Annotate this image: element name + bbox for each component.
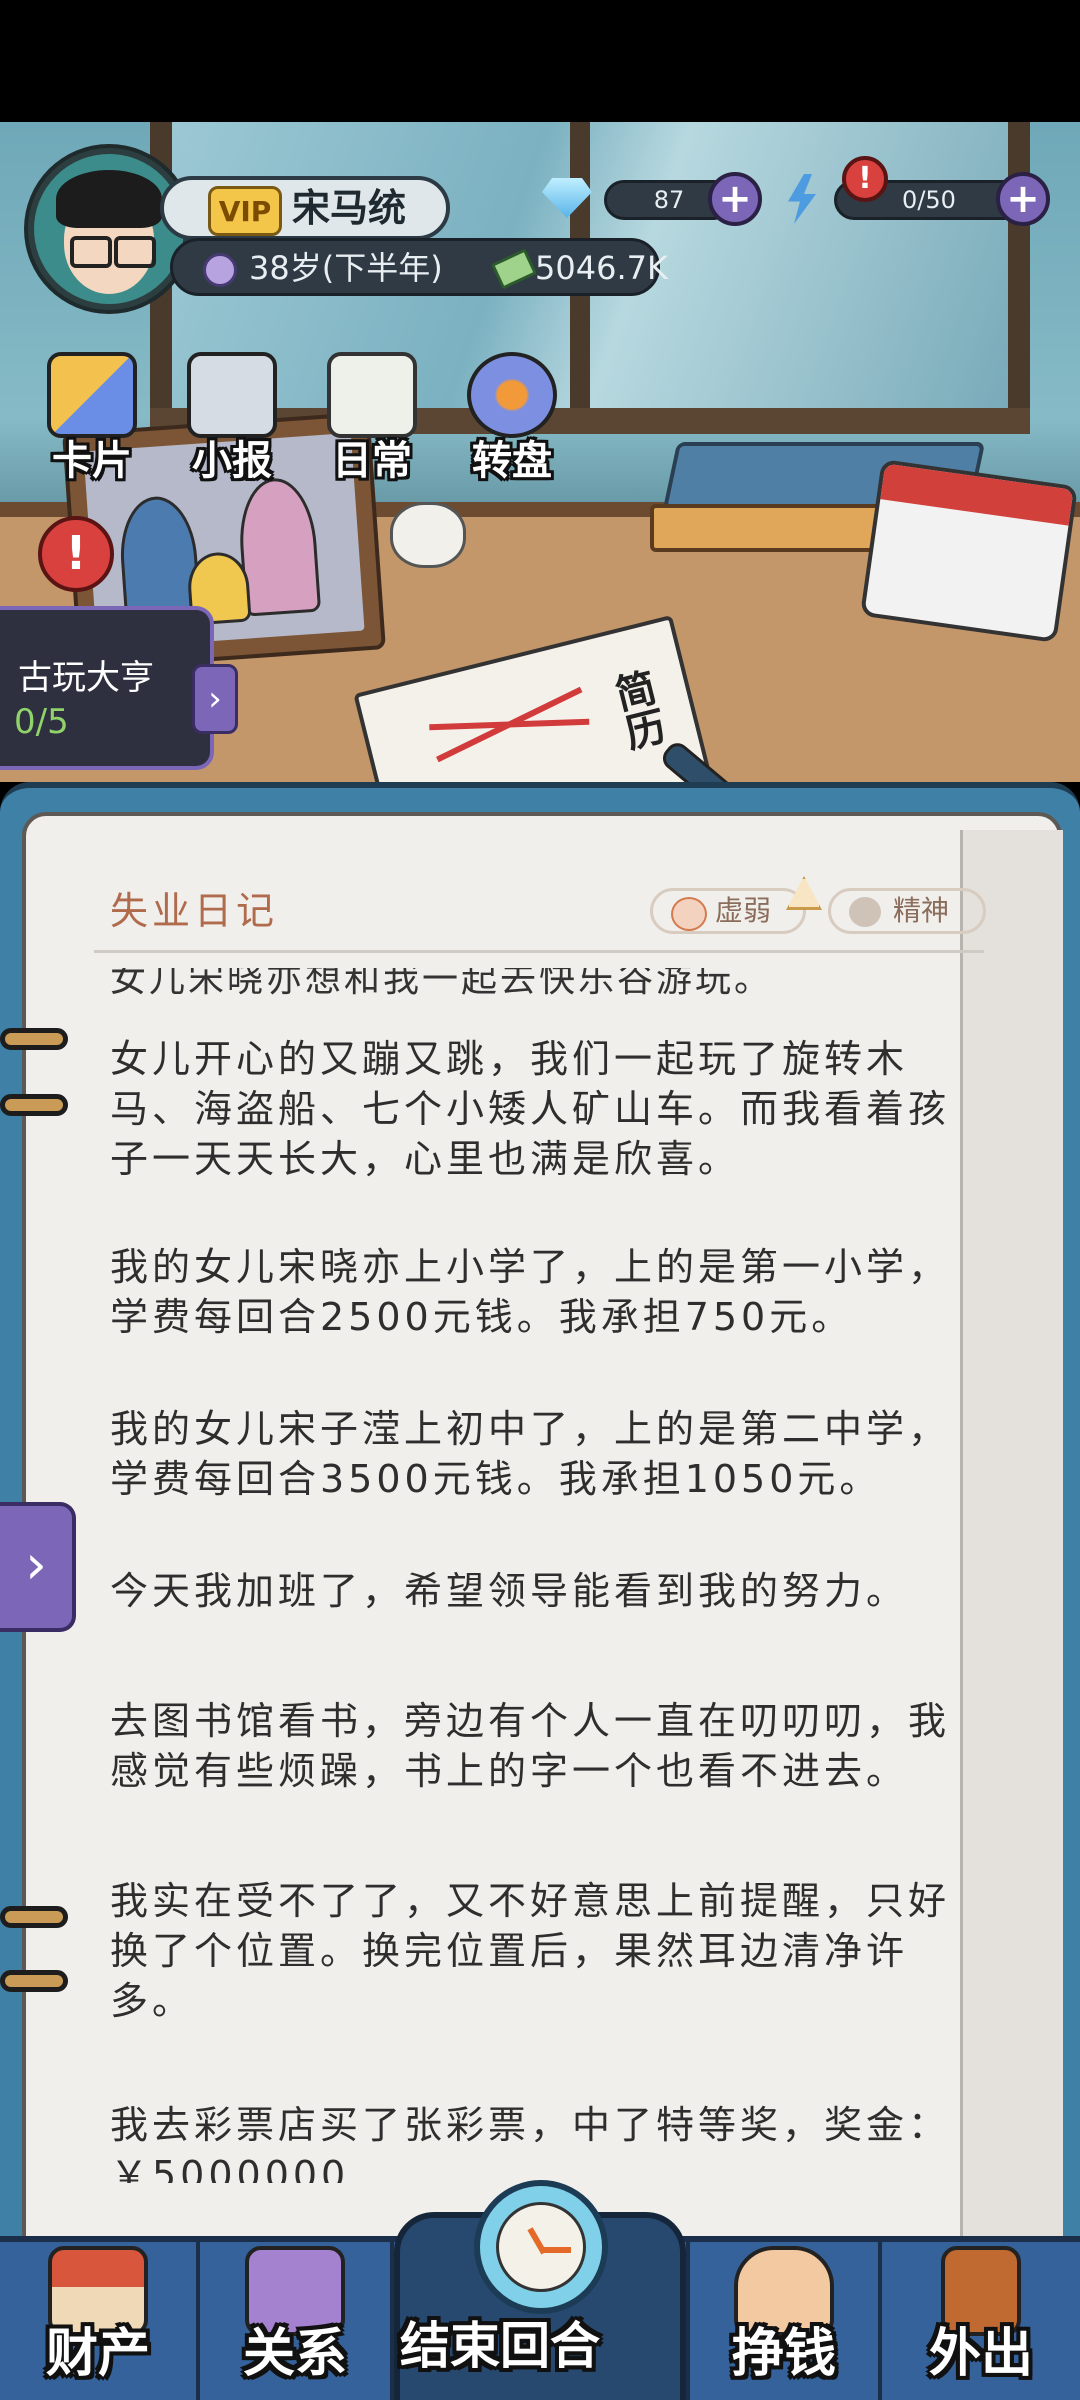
resume-label: 简历 xyxy=(604,665,669,755)
diary-entry: 我去彩票店买了张彩票，中了特等奖，奖金：￥5000000 xyxy=(110,2103,951,2183)
newspaper-icon xyxy=(187,352,277,438)
player-age: 38岁(下半年) xyxy=(249,249,443,287)
feature-label: 转盘 xyxy=(472,438,552,484)
diary-entry-partial: 女儿宋晓亦想和我一起去快乐谷游玩。 xyxy=(110,968,774,1000)
collection-expand-button[interactable]: › xyxy=(192,664,238,734)
binder-ring xyxy=(0,1970,68,1992)
player-info-pill: 38岁(下半年) 5046.7K xyxy=(170,238,668,296)
calendar-icon xyxy=(859,458,1079,644)
end-turn-label: 结束回合 xyxy=(400,2317,600,2375)
diary-entry: 我的女儿宋子滢上初中了，上的是第二中学，学费每回合3500元钱。我承担1050元… xyxy=(110,1407,951,1501)
add-energy-button[interactable]: + xyxy=(996,172,1050,226)
status-spirit-badge[interactable]: 精神 xyxy=(828,888,986,934)
pulse-icon xyxy=(671,897,707,931)
diary-entries[interactable]: 女儿宋晓亦想和我一起去快乐谷游玩。 女儿开心的又蹦又跳，我们一起玩了旋转木马、海… xyxy=(110,968,990,2183)
title-divider xyxy=(94,950,984,953)
feature-newspaper[interactable]: 小报 xyxy=(172,352,292,484)
wheel-icon xyxy=(467,352,557,438)
player-name-pill[interactable]: VIP 宋马统 xyxy=(160,176,450,240)
energy-alert-icon: ! xyxy=(842,156,888,202)
nav-go-out-button[interactable]: 外出 xyxy=(882,2242,1080,2400)
status-bar xyxy=(0,0,1080,122)
player-money: 5046.7K xyxy=(535,249,668,287)
diary-entry: 我的女儿宋晓亦上小学了，上的是第一小学，学费每回合2500元钱。我承担750元。 xyxy=(110,1245,951,1339)
vip-badge[interactable]: VIP xyxy=(208,186,282,236)
nav-assets-button[interactable]: 财产 xyxy=(0,2242,200,2400)
nav-relations-label: 关系 xyxy=(242,2324,347,2384)
avatar-glasses-right xyxy=(114,236,156,268)
calendar-header xyxy=(880,463,1074,526)
clipboard-icon xyxy=(327,352,417,438)
nav-relations-button[interactable]: 关系 xyxy=(200,2242,394,2400)
diary-entry: 女儿开心的又蹦又跳，我们一起玩了旋转木马、海盗船、七个小矮人矿山车。而我看着孩子… xyxy=(110,1037,951,1181)
nav-assets-label: 财产 xyxy=(45,2324,150,2384)
nav-earn-label: 挣钱 xyxy=(731,2324,836,2384)
diary-title: 失业日记 xyxy=(110,889,279,933)
player-name: 宋马统 xyxy=(292,186,407,230)
feature-label: 日常 xyxy=(332,438,412,484)
side-drawer-button[interactable]: › xyxy=(0,1502,76,1632)
paper-ball xyxy=(390,502,466,568)
avatar-glasses-left xyxy=(70,236,112,268)
nav-go-out-label: 外出 xyxy=(928,2324,1033,2384)
collection-panel[interactable]: 古玩大亨 0/5 xyxy=(0,606,214,770)
status-weak-label: 虚弱 xyxy=(715,894,772,927)
feature-label: 小报 xyxy=(192,438,272,484)
binder-ring xyxy=(0,1906,68,1928)
binder-ring xyxy=(0,1028,68,1050)
clock-icon xyxy=(203,253,237,287)
nav-earn-button[interactable]: 挣钱 xyxy=(686,2242,882,2400)
collection-title: 古玩大亨 xyxy=(18,658,154,698)
heart-icon xyxy=(849,897,881,927)
collection-alert-icon: ! xyxy=(38,516,114,592)
status-weak-badge[interactable]: 虚弱 xyxy=(650,888,806,934)
cards-icon xyxy=(47,352,137,438)
avatar[interactable] xyxy=(28,148,190,310)
feature-daily[interactable]: 日常 xyxy=(312,352,432,484)
feature-label: 卡片 xyxy=(52,438,132,484)
diary-entry: 今天我加班了，希望领导能看到我的努力。 xyxy=(110,1569,909,1613)
diary-entry: 我实在受不了了，又不好意思上前提醒，只好换了个位置。换完位置后，果然耳边清净许多… xyxy=(110,1879,951,2023)
add-gems-button[interactable]: + xyxy=(708,172,762,226)
feature-wheel[interactable]: 转盘 xyxy=(452,352,572,484)
binder-ring xyxy=(0,1094,68,1116)
status-spirit-label: 精神 xyxy=(893,894,950,927)
diary-entry: 去图书馆看书，旁边有个人一直在叨叨叨，我感觉有些烦躁，书上的字一个也看不进去。 xyxy=(110,1699,951,1793)
alarm-face xyxy=(496,2202,586,2292)
feature-cards[interactable]: 卡片 xyxy=(32,352,152,484)
money-icon xyxy=(490,248,538,290)
alarm-clock-icon xyxy=(474,2180,608,2314)
avatar-hair xyxy=(56,170,162,228)
alarm-hand-minute xyxy=(541,2247,571,2253)
collection-progress: 0/5 xyxy=(14,702,69,742)
